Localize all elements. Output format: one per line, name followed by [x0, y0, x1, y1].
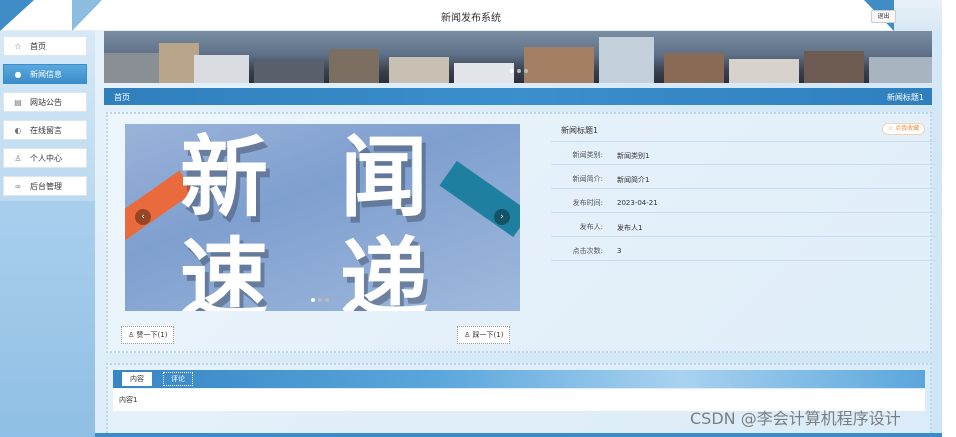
banner-image: [869, 57, 932, 83]
breadcrumb-home[interactable]: 首页: [114, 92, 130, 103]
thumbs-down-icon: ♙: [464, 331, 473, 339]
banner-image: [599, 37, 654, 83]
sidebar-item-home[interactable]: ☆ 首页: [3, 36, 87, 56]
divider: [551, 141, 937, 142]
link-icon: ∞: [14, 181, 22, 191]
carousel-next-button[interactable]: ›: [494, 209, 510, 225]
top-header: 新闻发布系统 退出: [0, 0, 942, 31]
carousel-decoration: [439, 160, 520, 238]
field-label: 新闻类别:: [572, 151, 603, 159]
banner-image: [254, 61, 324, 83]
info-row-summary: 新闻简介: 新闻简介1: [551, 169, 937, 189]
message-icon: ◐: [14, 125, 22, 135]
sidebar-item-label: 在线留言: [30, 125, 62, 135]
carousel-char: 速: [180, 228, 269, 312]
breadcrumb-current: 新闻标题1: [886, 93, 924, 102]
banner-image: [664, 53, 724, 83]
banner-carousel[interactable]: [104, 31, 932, 83]
carousel-indicators: [311, 298, 329, 302]
sidebar-item-label: 网站公告: [30, 97, 62, 107]
logout-button[interactable]: 退出: [871, 10, 896, 23]
banner-image: [389, 57, 449, 83]
sidebar-item-profile[interactable]: ♙ 个人中心: [3, 148, 87, 168]
like-button[interactable]: ♙ 赞一下(1): [121, 326, 175, 344]
field-value: 2023-04-21: [617, 199, 658, 207]
carousel-char: 递: [340, 228, 429, 312]
main-content: 首页 新闻标题1 新 闻 速 递 ‹ › 新闻标题1 ☆ 点我收藏 新闻类别: …: [95, 31, 942, 437]
field-label: 发布时间:: [572, 199, 603, 207]
dislike-button[interactable]: ♙ 踩一下(1): [457, 326, 511, 344]
info-row-date: 发布时间: 2023-04-21: [551, 193, 937, 213]
sidebar-item-notice[interactable]: ▤ 网站公告: [3, 92, 87, 112]
carousel-dot[interactable]: [318, 298, 322, 302]
field-value: 新闻类别1: [617, 152, 650, 160]
sidebar-item-news[interactable]: ● 新闻信息: [3, 64, 87, 84]
tab-content[interactable]: 内容: [122, 372, 152, 386]
field-label: 发布人:: [579, 223, 603, 231]
banner-image: [159, 43, 199, 83]
info-row-clicks: 点击次数: 3: [551, 241, 937, 261]
dislike-label: 踩一下(1): [472, 331, 504, 339]
news-title: 新闻标题1: [561, 126, 599, 135]
field-value: 3: [617, 247, 622, 255]
sidebar-item-label: 新闻信息: [30, 69, 62, 79]
sidebar-background: [0, 201, 95, 437]
news-image-carousel[interactable]: 新 闻 速 递 ‹ ›: [125, 124, 520, 311]
tab-bar: 内容 评论: [113, 370, 925, 388]
news-icon: ●: [14, 69, 22, 79]
banner-image: [524, 47, 594, 83]
favorite-button[interactable]: ☆ 点我收藏: [882, 123, 925, 135]
banner-indicators: [510, 69, 528, 73]
news-detail-panel: 新 闻 速 递 ‹ › 新闻标题1 ☆ 点我收藏 新闻类别: 新闻类别1 新闻简…: [106, 112, 937, 353]
user-icon: ♙: [14, 153, 22, 163]
info-row-publisher: 发布人: 发布人1: [551, 217, 937, 237]
carousel-dot[interactable]: [510, 69, 514, 73]
sidebar-item-label: 首页: [30, 41, 46, 51]
banner-image: [194, 55, 249, 83]
field-label: 点击次数:: [572, 247, 603, 255]
banner-image: [804, 51, 864, 83]
carousel-char: 新: [180, 126, 269, 229]
field-value: 新闻简介1: [617, 176, 650, 184]
banner-image: [329, 49, 379, 83]
notice-icon: ▤: [14, 97, 22, 107]
carousel-char: 闻: [340, 126, 429, 229]
app-title: 新闻发布系统: [441, 13, 501, 24]
carousel-prev-button[interactable]: ‹: [135, 209, 151, 225]
thumbs-up-icon: ♙: [128, 331, 137, 339]
star-icon: ☆: [14, 41, 22, 51]
sidebar-item-label: 后台管理: [30, 181, 62, 191]
banner-image: [454, 63, 514, 83]
sidebar-item-message[interactable]: ◐ 在线留言: [3, 120, 87, 140]
tab-comments[interactable]: 评论: [163, 372, 193, 386]
breadcrumb: 首页 新闻标题1: [104, 88, 932, 105]
carousel-dot[interactable]: [325, 298, 329, 302]
carousel-dot[interactable]: [524, 69, 528, 73]
field-value: 发布人1: [617, 224, 643, 232]
watermark: CSDN @李会计算机程序设计: [690, 409, 901, 428]
info-row-category: 新闻类别: 新闻类别1: [551, 145, 937, 165]
banner-image: [729, 59, 799, 83]
like-label: 赞一下(1): [136, 331, 168, 339]
app-root: 新闻发布系统 退出 ☆ 首页 ● 新闻信息 ▤ 网站公告 ◐ 在线留言 ♙ 个人…: [0, 0, 956, 437]
sidebar-item-admin[interactable]: ∞ 后台管理: [3, 176, 87, 196]
banner-image: [104, 53, 164, 83]
carousel-dot[interactable]: [311, 298, 315, 302]
sidebar-item-label: 个人中心: [30, 153, 62, 163]
sidebar: ☆ 首页 ● 新闻信息 ▤ 网站公告 ◐ 在线留言 ♙ 个人中心 ∞ 后台管理: [0, 31, 95, 437]
field-label: 新闻简介:: [572, 175, 603, 183]
carousel-dot[interactable]: [517, 69, 521, 73]
footer-bar: [95, 433, 942, 437]
